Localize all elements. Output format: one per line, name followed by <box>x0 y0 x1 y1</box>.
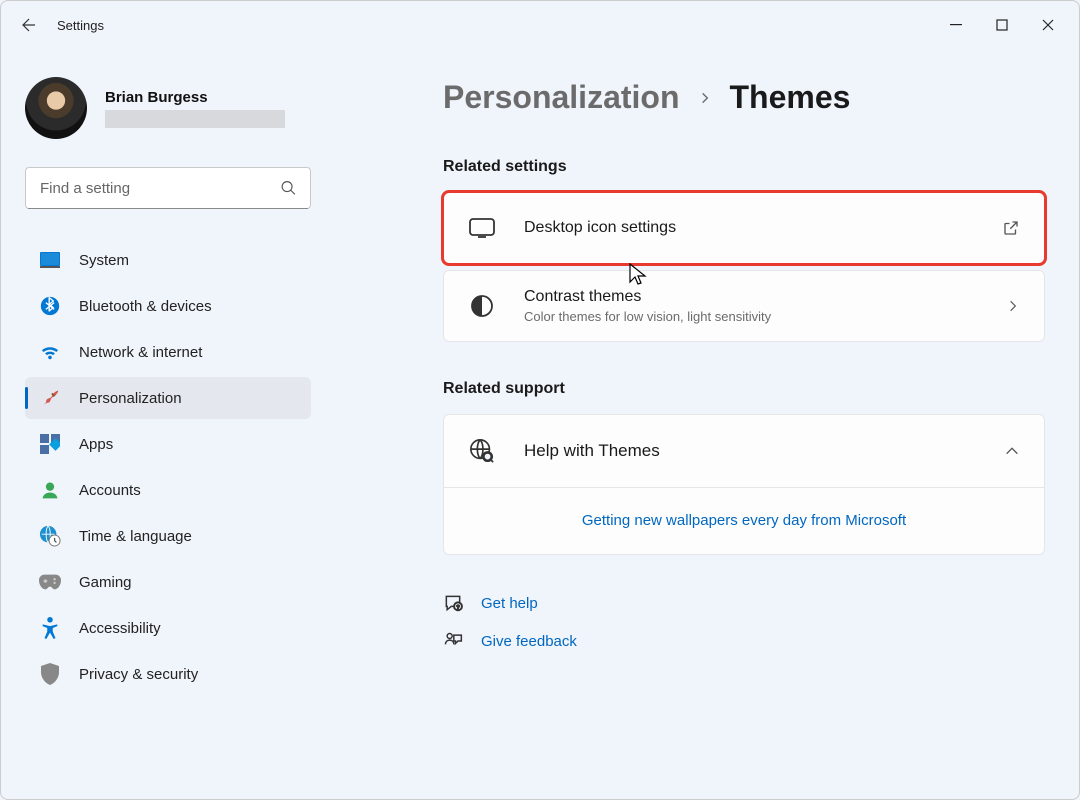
maximize-icon <box>996 19 1008 31</box>
profile-name: Brian Burgess <box>105 89 285 106</box>
card-title: Contrast themes <box>524 288 1006 306</box>
related-support-section: Related support Help with Themes Getting… <box>443 380 1045 555</box>
nav-accounts[interactable]: Accounts <box>25 469 311 511</box>
feedback-icon <box>443 631 463 651</box>
link-label: Give feedback <box>481 633 577 650</box>
related-settings-section: Related settings Desktop icon settings C… <box>443 158 1045 342</box>
help-with-themes-card: Help with Themes Getting new wallpapers … <box>443 414 1045 555</box>
close-icon <box>1042 19 1054 31</box>
profile-email-redacted <box>105 110 285 128</box>
nav-time[interactable]: Time & language <box>25 515 311 557</box>
help-with-themes-body: Getting new wallpapers every day from Mi… <box>444 487 1044 554</box>
breadcrumb-parent[interactable]: Personalization <box>443 79 680 116</box>
section-header: Related support <box>443 380 1045 398</box>
wifi-icon <box>39 341 61 363</box>
nav: System Bluetooth & devices Network & int… <box>25 239 311 695</box>
search-icon <box>280 180 297 197</box>
nav-label: Privacy & security <box>79 666 198 683</box>
get-help-link[interactable]: ? Get help <box>443 593 1045 613</box>
desktop-icon-settings-card[interactable]: Desktop icon settings <box>443 192 1045 264</box>
link-label: Get help <box>481 595 538 612</box>
breadcrumb-current: Themes <box>730 79 851 116</box>
app-title: Settings <box>57 18 104 33</box>
globe-search-icon <box>468 438 496 464</box>
chevron-right-icon <box>1006 299 1020 313</box>
main-content: Personalization Themes Related settings … <box>331 49 1079 799</box>
nav-system[interactable]: System <box>25 239 311 281</box>
avatar <box>25 77 87 139</box>
nav-apps[interactable]: Apps <box>25 423 311 465</box>
nav-label: Apps <box>79 436 113 453</box>
chevron-up-icon <box>1004 443 1020 459</box>
bluetooth-icon <box>39 295 61 317</box>
search-input[interactable] <box>25 167 311 209</box>
maximize-button[interactable] <box>979 5 1025 45</box>
nav-label: Accessibility <box>79 620 161 637</box>
section-header: Related settings <box>443 158 1045 176</box>
titlebar: Settings <box>1 1 1079 49</box>
monitor-icon <box>468 218 496 238</box>
open-external-icon <box>1002 219 1020 237</box>
shield-icon <box>39 663 61 685</box>
person-icon <box>39 479 61 501</box>
apps-icon <box>39 433 61 455</box>
arrow-left-icon <box>20 16 38 34</box>
search-box <box>25 167 311 209</box>
nav-label: Personalization <box>79 390 182 407</box>
nav-accessibility[interactable]: Accessibility <box>25 607 311 649</box>
help-links: ? Get help Give feedback <box>443 593 1045 651</box>
accessibility-icon <box>39 617 61 639</box>
minimize-icon <box>950 19 962 31</box>
nav-bluetooth[interactable]: Bluetooth & devices <box>25 285 311 327</box>
card-subtitle: Color themes for low vision, light sensi… <box>524 309 1006 324</box>
breadcrumb: Personalization Themes <box>443 79 1045 116</box>
chat-help-icon: ? <box>443 593 463 613</box>
close-button[interactable] <box>1025 5 1071 45</box>
window-controls <box>933 5 1071 45</box>
system-icon <box>39 249 61 271</box>
nav-privacy[interactable]: Privacy & security <box>25 653 311 695</box>
contrast-themes-card[interactable]: Contrast themes Color themes for low vis… <box>443 270 1045 342</box>
back-button[interactable] <box>9 5 49 45</box>
card-title: Help with Themes <box>524 441 1004 461</box>
chevron-right-icon <box>698 91 712 105</box>
gamepad-icon <box>39 571 61 593</box>
globe-clock-icon <box>39 525 61 547</box>
nav-label: Bluetooth & devices <box>79 298 212 315</box>
nav-label: System <box>79 252 129 269</box>
profile-block[interactable]: Brian Burgess <box>25 77 311 139</box>
card-title: Desktop icon settings <box>524 219 1002 237</box>
minimize-button[interactable] <box>933 5 979 45</box>
support-link[interactable]: Getting new wallpapers every day from Mi… <box>582 512 906 529</box>
nav-network[interactable]: Network & internet <box>25 331 311 373</box>
sidebar: Brian Burgess System Bluetooth <box>1 49 331 799</box>
give-feedback-link[interactable]: Give feedback <box>443 631 1045 651</box>
nav-label: Network & internet <box>79 344 202 361</box>
help-with-themes-header[interactable]: Help with Themes <box>444 415 1044 487</box>
nav-label: Accounts <box>79 482 141 499</box>
paintbrush-icon <box>39 387 61 409</box>
contrast-icon <box>468 294 496 318</box>
nav-label: Gaming <box>79 574 132 591</box>
nav-gaming[interactable]: Gaming <box>25 561 311 603</box>
nav-personalization[interactable]: Personalization <box>25 377 311 419</box>
nav-label: Time & language <box>79 528 192 545</box>
